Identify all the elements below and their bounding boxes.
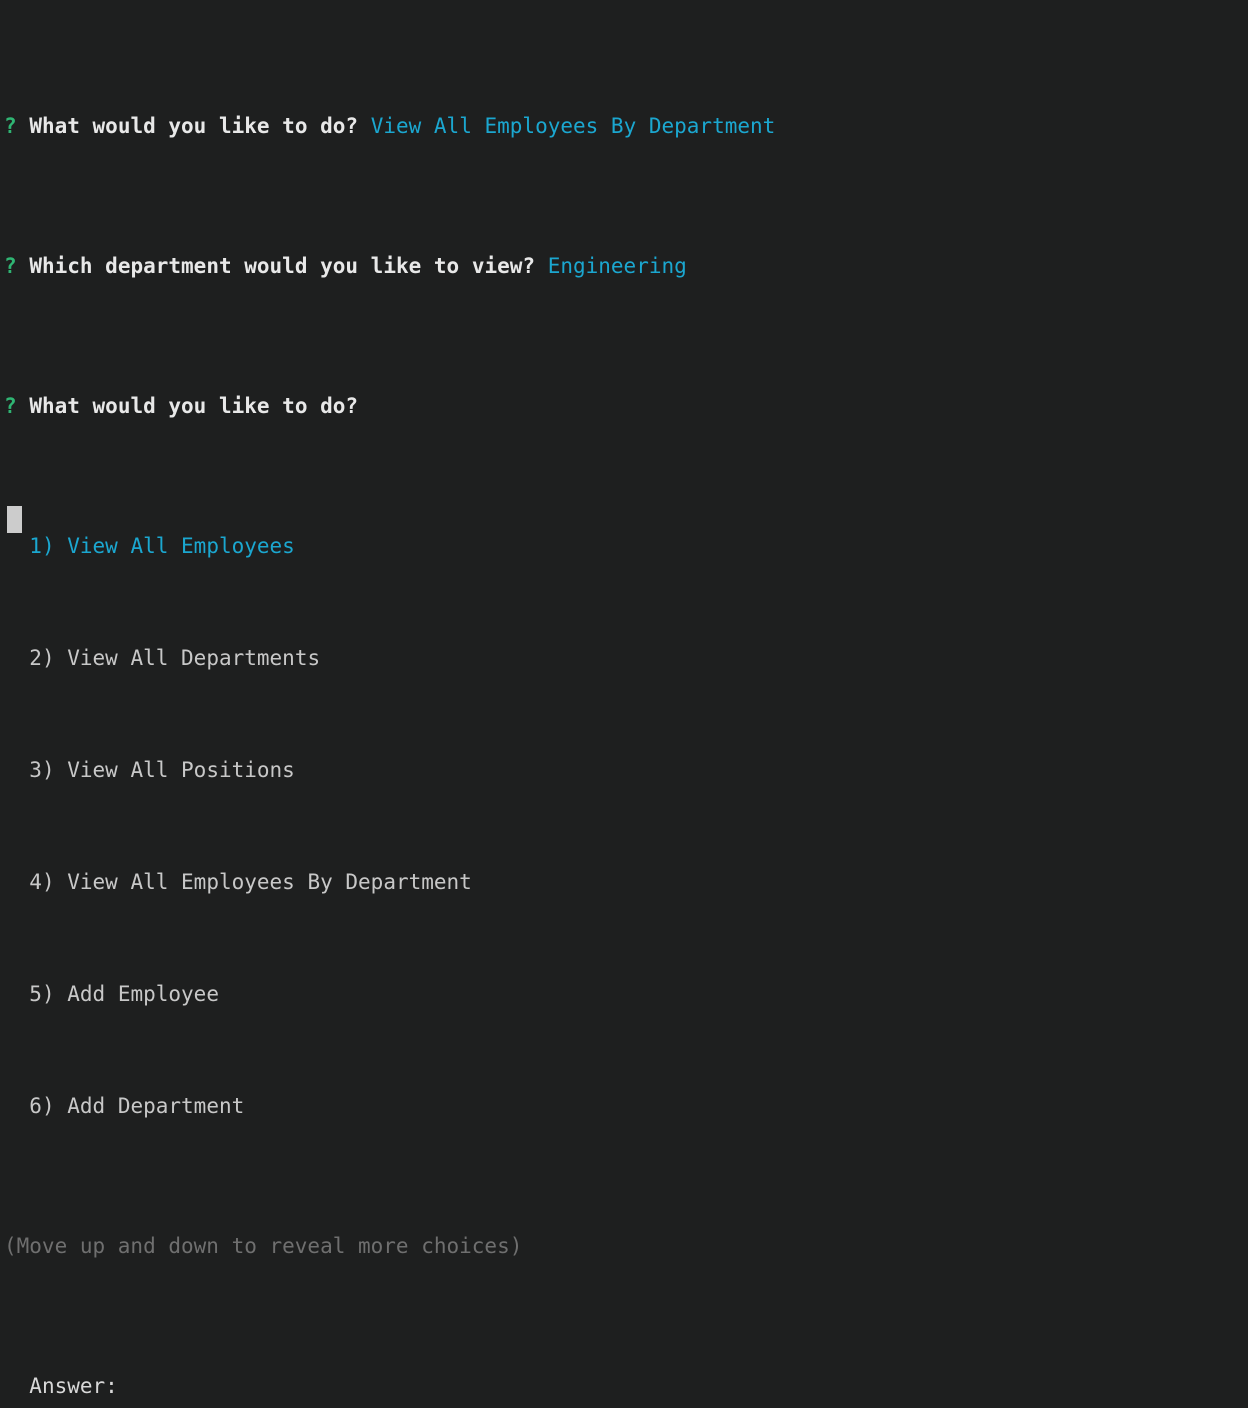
prompt-line-3: ? What would you like to do?: [4, 392, 775, 420]
prompt-marker-icon: ?: [4, 394, 17, 418]
menu-scroll-hint: (Move up and down to reveal more choices…: [4, 1232, 775, 1260]
menu-option-4-number: 4): [29, 870, 55, 894]
menu-option-6-label: Add Department: [67, 1094, 245, 1118]
menu-option-2[interactable]: 2) View All Departments: [4, 644, 775, 672]
menu-option-3-label: View All Positions: [67, 758, 295, 782]
prompt-question-3: What would you like to do?: [29, 394, 359, 418]
menu-option-5[interactable]: 5) Add Employee: [4, 980, 775, 1008]
answer-prompt-line[interactable]: Answer:: [4, 1372, 775, 1400]
prompt-line-2: ? Which department would you like to vie…: [4, 252, 775, 280]
terminal-screen: ? What would you like to do? View All Em…: [4, 0, 775, 1408]
menu-option-1-number: 1): [29, 534, 55, 558]
menu-option-4[interactable]: 4) View All Employees By Department: [4, 868, 775, 896]
menu-option-6-number: 6): [29, 1094, 55, 1118]
prompt-marker-icon: ?: [4, 114, 17, 138]
menu-option-1[interactable]: 1) View All Employees: [4, 532, 775, 560]
menu-option-1-label: View All Employees: [67, 534, 295, 558]
prompt-answer-2: Engineering: [547, 254, 687, 278]
prompt-question-2: Which department would you like to view?: [29, 254, 536, 278]
menu-option-2-label: View All Departments: [67, 646, 321, 670]
menu-option-6[interactable]: 6) Add Department: [4, 1092, 775, 1120]
prompt-marker-icon: ?: [4, 254, 17, 278]
menu-scroll-hint-text: (Move up and down to reveal more choices…: [4, 1234, 523, 1258]
menu-option-4-label: View All Employees By Department: [67, 870, 472, 894]
prompt-answer-1: View All Employees By Department: [370, 114, 776, 138]
prompt-question-1: What would you like to do?: [29, 114, 359, 138]
menu-option-5-label: Add Employee: [67, 982, 219, 1006]
menu-option-5-number: 5): [29, 982, 55, 1006]
terminal-cursor: [7, 506, 22, 533]
menu-option-3-number: 3): [29, 758, 55, 782]
prompt-line-1: ? What would you like to do? View All Em…: [4, 112, 775, 140]
answer-prompt-label: Answer:: [29, 1374, 118, 1398]
menu-option-3[interactable]: 3) View All Positions: [4, 756, 775, 784]
terminal-window[interactable]: ? What would you like to do? View All Em…: [0, 0, 1248, 1398]
menu-option-2-number: 2): [29, 646, 55, 670]
